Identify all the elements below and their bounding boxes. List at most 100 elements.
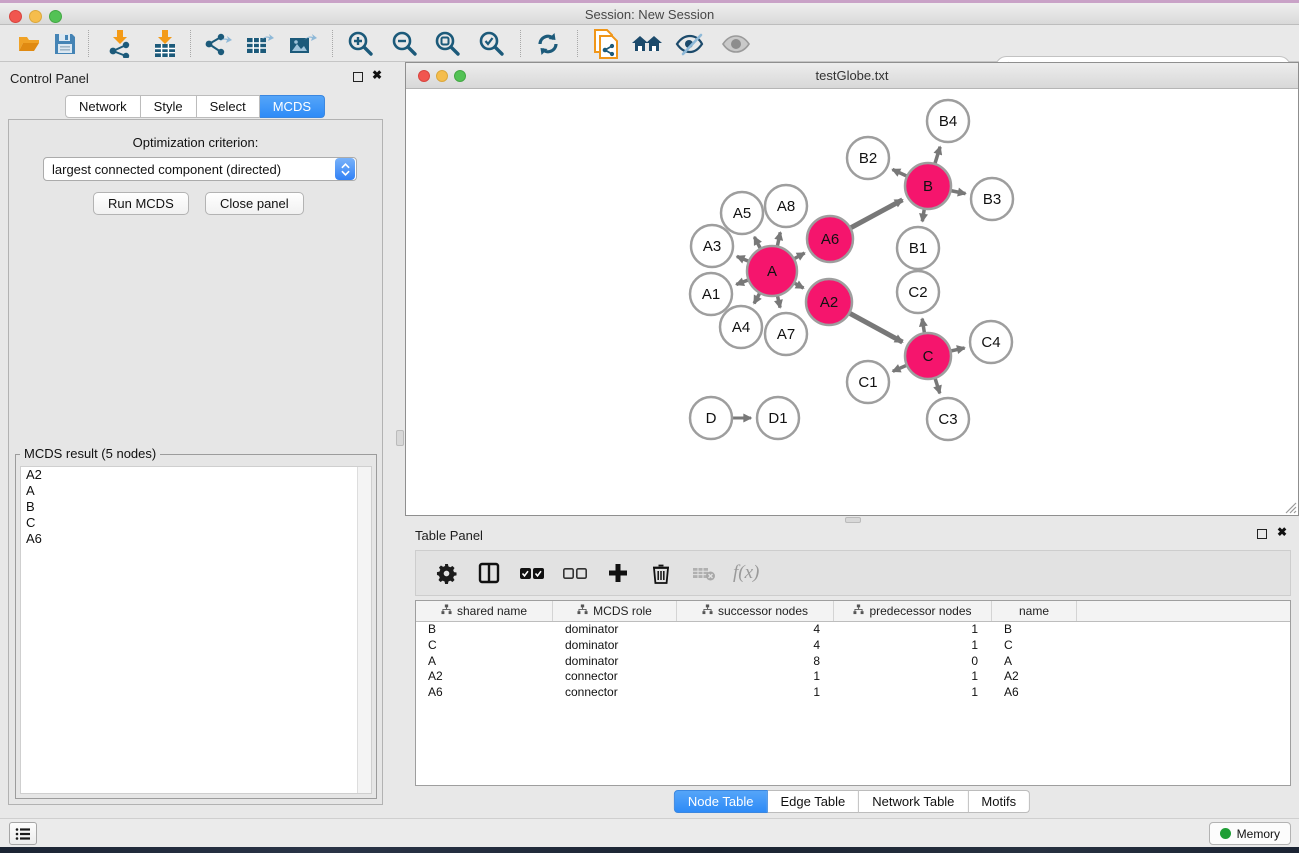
tab-edge-table[interactable]: Edge Table: [767, 790, 859, 813]
control-panel: Control Panel ✖ NetworkStyleSelectMCDS O…: [0, 62, 390, 818]
cell-predecessor-nodes[interactable]: 1: [834, 669, 992, 685]
zoom-out-icon[interactable]: [388, 29, 422, 59]
tab-node-table[interactable]: Node Table: [674, 790, 768, 813]
refresh-icon[interactable]: [531, 29, 565, 59]
cell-name[interactable]: C: [992, 638, 1077, 654]
export-network-icon[interactable]: [201, 29, 235, 59]
result-list-item[interactable]: A6: [21, 531, 371, 547]
tab-motifs[interactable]: Motifs: [968, 790, 1030, 813]
node-label-A4: A4: [732, 319, 750, 336]
result-list-item[interactable]: B: [21, 499, 371, 515]
node-label-B3: B3: [983, 191, 1001, 208]
cell-name[interactable]: B: [992, 622, 1077, 638]
memory-button[interactable]: Memory: [1209, 822, 1291, 845]
show-columns-icon[interactable]: [475, 562, 503, 584]
close-panel-icon[interactable]: ✖: [372, 68, 382, 82]
open-session-icon[interactable]: [13, 29, 47, 59]
column-header-successor-nodes[interactable]: successor nodes: [677, 601, 834, 621]
zoom-in-icon[interactable]: [344, 29, 378, 59]
cell-predecessor-nodes[interactable]: 1: [834, 685, 992, 701]
column-header-name[interactable]: name: [992, 601, 1077, 621]
import-network-icon[interactable]: [103, 29, 137, 59]
tab-network[interactable]: Network: [65, 95, 141, 118]
panel-divider-handle[interactable]: [396, 430, 404, 446]
hide-panels-eye-slash-icon[interactable]: [673, 29, 707, 59]
table-toolbar: f(x): [415, 550, 1291, 596]
table-row[interactable]: Adominator80A: [416, 654, 1290, 670]
table-settings-gear-icon[interactable]: [432, 563, 460, 584]
cell-MCDS-role[interactable]: dominator: [553, 622, 677, 638]
result-list-item[interactable]: C: [21, 515, 371, 531]
export-image-icon[interactable]: [286, 29, 320, 59]
result-list-scrollbar[interactable]: [357, 467, 371, 793]
cell-name[interactable]: A6: [992, 685, 1077, 701]
cell-predecessor-nodes[interactable]: 0: [834, 654, 992, 670]
cell-shared-name[interactable]: A: [416, 654, 553, 670]
column-header-shared-name[interactable]: shared name: [416, 601, 553, 621]
column-header-predecessor-nodes[interactable]: predecessor nodes: [834, 601, 992, 621]
table-row[interactable]: Cdominator41C: [416, 638, 1290, 654]
save-session-icon[interactable]: [48, 29, 82, 59]
cell-successor-nodes[interactable]: 4: [677, 638, 834, 654]
cell-predecessor-nodes[interactable]: 1: [834, 622, 992, 638]
result-list-item[interactable]: A: [21, 483, 371, 499]
table-row[interactable]: A2connector11A2: [416, 669, 1290, 685]
close-panel-button[interactable]: Close panel: [205, 192, 304, 215]
table-row[interactable]: A6connector11A6: [416, 685, 1290, 701]
select-all-icon[interactable]: [518, 567, 546, 580]
network-overview-icon[interactable]: [630, 29, 664, 59]
cell-MCDS-role[interactable]: connector: [553, 669, 677, 685]
float-panel-icon[interactable]: [353, 72, 363, 82]
node-label-A1: A1: [702, 286, 720, 303]
network-window-titlebar[interactable]: testGlobe.txt: [406, 63, 1298, 89]
cell-MCDS-role[interactable]: dominator: [553, 654, 677, 670]
table-row[interactable]: Bdominator41B: [416, 622, 1290, 638]
float-panel-icon[interactable]: [1257, 529, 1267, 539]
zoom-fit-icon[interactable]: [431, 29, 465, 59]
zoom-selected-icon[interactable]: [475, 29, 509, 59]
network-title: testGlobe.txt: [406, 68, 1298, 83]
result-list-item[interactable]: A2: [21, 467, 371, 483]
tab-style[interactable]: Style: [141, 95, 197, 118]
export-table-icon[interactable]: [243, 29, 277, 59]
column-header-MCDS-role[interactable]: MCDS role: [553, 601, 677, 621]
attribute-type-icon: [577, 604, 588, 618]
network-canvas[interactable]: B4B2BB3A8A5A6A3B1AC2A1A2A4A7C4CC1DD1C3: [406, 89, 1298, 515]
optimization-criterion-label: Optimization criterion:: [9, 135, 382, 150]
add-column-plus-icon[interactable]: [604, 563, 632, 583]
close-panel-icon[interactable]: ✖: [1277, 525, 1287, 539]
network-graph[interactable]: B4B2BB3A8A5A6A3B1AC2A1A2A4A7C4CC1DD1C3: [406, 89, 1298, 516]
cell-predecessor-nodes[interactable]: 1: [834, 638, 992, 654]
optimization-criterion-select[interactable]: largest connected component (directed): [43, 157, 357, 181]
import-table-icon[interactable]: [148, 29, 182, 59]
mcds-result-groupbox: MCDS result (5 nodes) A2ABCA6: [15, 454, 377, 799]
cell-shared-name[interactable]: C: [416, 638, 553, 654]
tab-network-table[interactable]: Network Table: [859, 790, 968, 813]
cell-successor-nodes[interactable]: 4: [677, 622, 834, 638]
table-panel-title: Table Panel: [415, 528, 483, 543]
node-label-C: C: [923, 348, 934, 365]
cell-shared-name[interactable]: A6: [416, 685, 553, 701]
status-bar: Memory: [0, 818, 1299, 847]
cell-successor-nodes[interactable]: 1: [677, 669, 834, 685]
task-history-button[interactable]: [9, 822, 37, 845]
resize-grip-icon[interactable]: [1284, 501, 1297, 514]
list-icon: [15, 827, 31, 841]
cell-successor-nodes[interactable]: 1: [677, 685, 834, 701]
tab-mcds[interactable]: MCDS: [260, 95, 325, 118]
deselect-all-icon[interactable]: [561, 567, 589, 580]
cell-name[interactable]: A2: [992, 669, 1077, 685]
table-panel-titlebar: Table Panel ✖: [405, 519, 1299, 549]
cell-shared-name[interactable]: A2: [416, 669, 553, 685]
delete-trash-icon[interactable]: [647, 563, 675, 584]
cell-successor-nodes[interactable]: 8: [677, 654, 834, 670]
clone-network-icon[interactable]: [589, 29, 623, 59]
tab-select[interactable]: Select: [197, 95, 260, 118]
run-mcds-button[interactable]: Run MCDS: [93, 192, 189, 215]
show-panels-eye-icon[interactable]: [719, 29, 753, 59]
cell-name[interactable]: A: [992, 654, 1077, 670]
cell-shared-name[interactable]: B: [416, 622, 553, 638]
table-type-tabs: Node TableEdge TableNetwork TableMotifs: [674, 790, 1030, 813]
cell-MCDS-role[interactable]: connector: [553, 685, 677, 701]
cell-MCDS-role[interactable]: dominator: [553, 638, 677, 654]
